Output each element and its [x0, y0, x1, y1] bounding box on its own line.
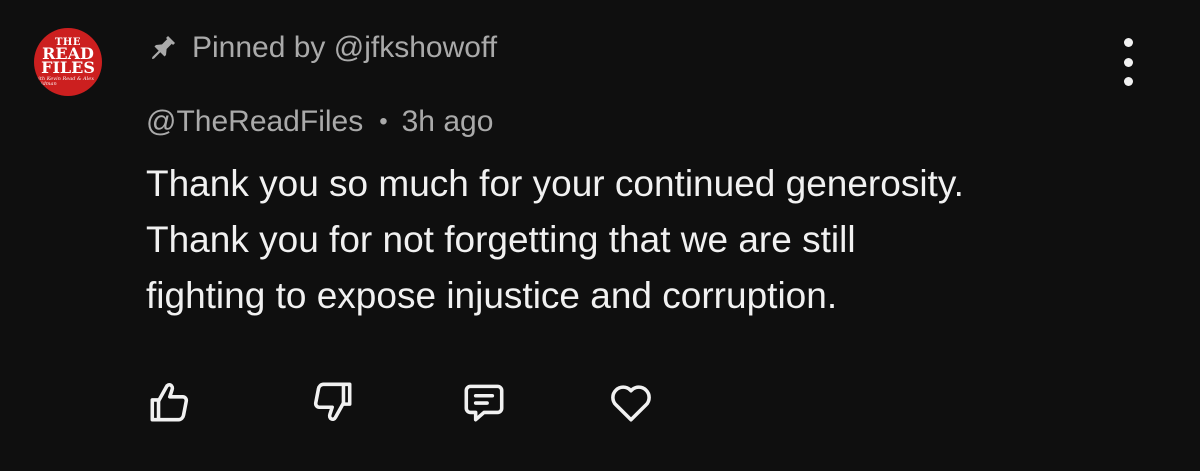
heart-button[interactable] [603, 374, 659, 430]
more-vertical-icon-dot-2 [1123, 57, 1133, 67]
comment-meta: @TheReadFiles • 3h ago [146, 100, 493, 144]
comment-timestamp[interactable]: 3h ago [402, 105, 494, 139]
more-options-button[interactable] [1110, 38, 1146, 86]
dislike-button[interactable] [304, 374, 360, 430]
more-vertical-icon-dot-1 [1123, 38, 1133, 47]
avatar-tagline: with Kevin Read & Alex Goldman [34, 76, 95, 87]
like-button[interactable] [142, 374, 198, 430]
meta-separator: • [379, 108, 388, 135]
comment-text-line: fighting to expose injustice and corrupt… [146, 275, 838, 316]
more-vertical-icon-dot-3 [1123, 77, 1133, 86]
comment-text-line: Thank you for not forgetting that we are… [146, 219, 856, 260]
pinned-indicator: Pinned by @jfkshowoff [146, 26, 497, 70]
comment-text-line: Thank you so much for your continued gen… [146, 163, 964, 204]
pinned-label: Pinned by @jfkshowoff [192, 31, 498, 64]
avatar[interactable]: THE READ FILES with Kevin Read & Alex Go… [34, 28, 102, 96]
avatar-text-files: FILES [41, 58, 95, 77]
comment-text: Thank you so much for your continued gen… [146, 156, 1156, 324]
comment-icon [459, 377, 509, 427]
pinned-comment: THE READ FILES with Kevin Read & Alex Go… [0, 0, 1200, 471]
thumbs-up-icon [145, 377, 195, 427]
author-handle[interactable]: @TheReadFiles [146, 105, 363, 139]
heart-icon [606, 377, 656, 427]
pin-icon [146, 31, 180, 65]
thumbs-down-icon [307, 377, 357, 427]
reply-button[interactable] [456, 374, 512, 430]
